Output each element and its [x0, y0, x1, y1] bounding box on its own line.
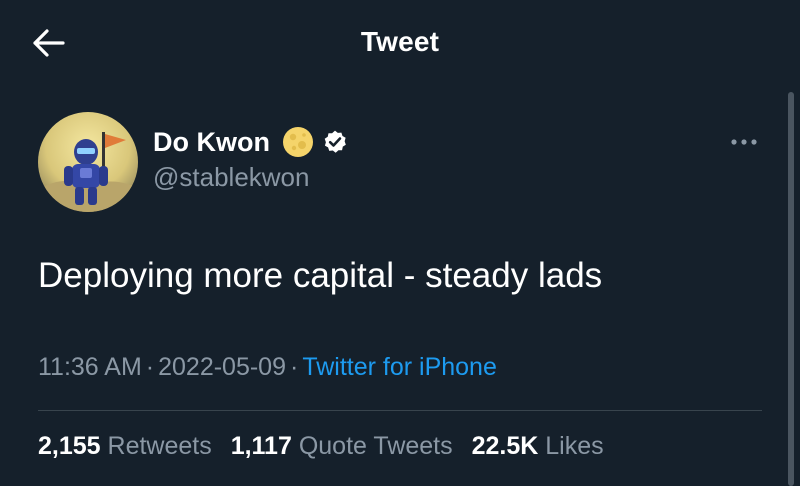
avatar-image	[38, 112, 138, 212]
verified-badge-icon	[324, 130, 346, 153]
quote-tweets-stat[interactable]: 1,117 Quote Tweets	[231, 432, 453, 460]
retweets-stat[interactable]: 2,155 Retweets	[38, 432, 212, 460]
author-name-row: Do Kwon	[153, 124, 348, 160]
likes-label: Likes	[545, 432, 604, 460]
author-display-name[interactable]: Do Kwon	[153, 127, 270, 158]
tweet-source-link[interactable]: Twitter for iPhone	[302, 353, 497, 381]
more-options-button[interactable]	[724, 130, 764, 154]
retweets-label: Retweets	[107, 432, 212, 460]
tweet-date[interactable]: 2022-05-09	[158, 353, 286, 381]
tweet-meta: 11:36 AM · 2022-05-09 · Twitter for iPhone	[38, 353, 497, 382]
quote-tweets-label: Quote Tweets	[298, 432, 453, 460]
meta-separator: ·	[290, 353, 299, 381]
tweet-text: Deploying more capital - steady lads	[38, 256, 603, 295]
avatar[interactable]	[38, 112, 138, 212]
tweet-time[interactable]: 11:36 AM	[38, 353, 142, 381]
scrollbar[interactable]	[788, 92, 794, 486]
likes-count: 22.5K	[471, 432, 539, 460]
page-title: Tweet	[360, 26, 440, 57]
retweets-count: 2,155	[38, 432, 101, 460]
more-horizontal-icon	[731, 139, 757, 145]
quote-tweets-count: 1,117	[230, 432, 292, 460]
divider	[38, 410, 762, 411]
likes-stat[interactable]: 22.5K Likes	[472, 432, 604, 460]
author-handle[interactable]: @stablekwon	[153, 162, 309, 193]
tweet-stats: 2,155 Retweets 1,117 Quote Tweets 22.5K …	[38, 432, 616, 461]
top-bar: Tweet	[0, 0, 800, 88]
meta-separator: ·	[145, 353, 155, 381]
full-moon-icon	[282, 127, 313, 157]
